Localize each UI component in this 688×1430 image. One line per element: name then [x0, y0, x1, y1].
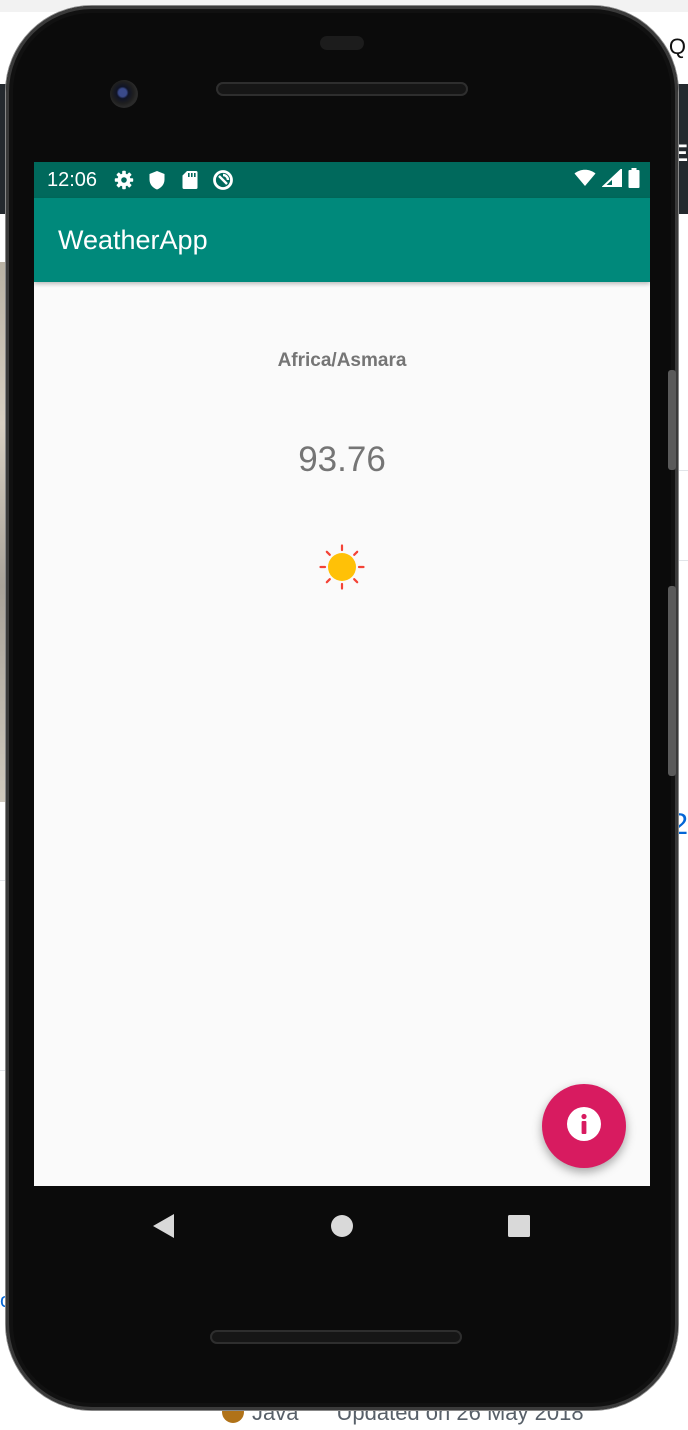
status-time: 12:06 — [47, 168, 98, 191]
battery-icon — [628, 167, 640, 193]
recents-icon — [508, 1214, 530, 1242]
home-icon — [330, 1214, 354, 1243]
info-icon — [566, 1106, 602, 1147]
shield-icon — [146, 169, 168, 191]
home-button[interactable] — [322, 1208, 362, 1248]
app-title: WeatherApp — [58, 224, 208, 255]
bottom-speaker — [210, 1330, 462, 1344]
top-speaker — [216, 82, 468, 96]
back-icon — [152, 1213, 176, 1244]
sun-icon — [319, 544, 365, 590]
recents-button[interactable] — [499, 1208, 539, 1248]
sd-card-icon — [179, 169, 201, 191]
wifi-icon — [574, 169, 596, 192]
settings-icon — [113, 169, 135, 191]
app-screen: 12:06 WeatherApp Africa/Asmara 93.76 — [34, 162, 650, 1186]
volume-button[interactable] — [668, 586, 676, 776]
location-label: Africa/Asmara — [277, 350, 407, 371]
background-partial-text: Q — [668, 34, 686, 59]
cell-signal-icon — [601, 167, 622, 192]
phone-frame: 12:06 WeatherApp Africa/Asmara 93.76 — [6, 6, 678, 1410]
navigation-bar — [34, 1186, 650, 1270]
power-button[interactable] — [668, 370, 676, 470]
back-button[interactable] — [144, 1208, 184, 1248]
app-toolbar: WeatherApp — [34, 198, 650, 282]
temperature-value: 93.76 — [298, 440, 386, 479]
sync-icon — [212, 169, 234, 191]
front-camera — [110, 80, 138, 108]
status-bar: 12:06 — [34, 162, 650, 198]
info-fab-button[interactable] — [542, 1084, 626, 1168]
earpiece — [320, 36, 364, 50]
